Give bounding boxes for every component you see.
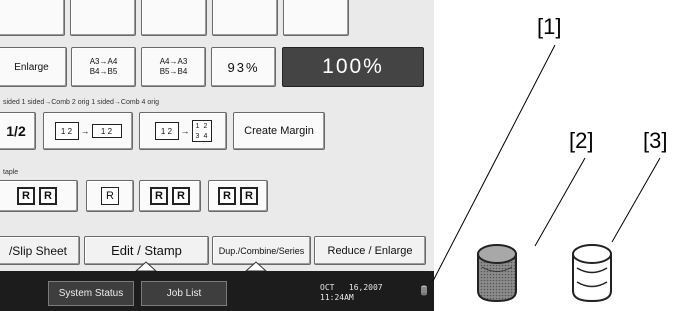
data-in-indicator-off-icon — [572, 244, 612, 303]
